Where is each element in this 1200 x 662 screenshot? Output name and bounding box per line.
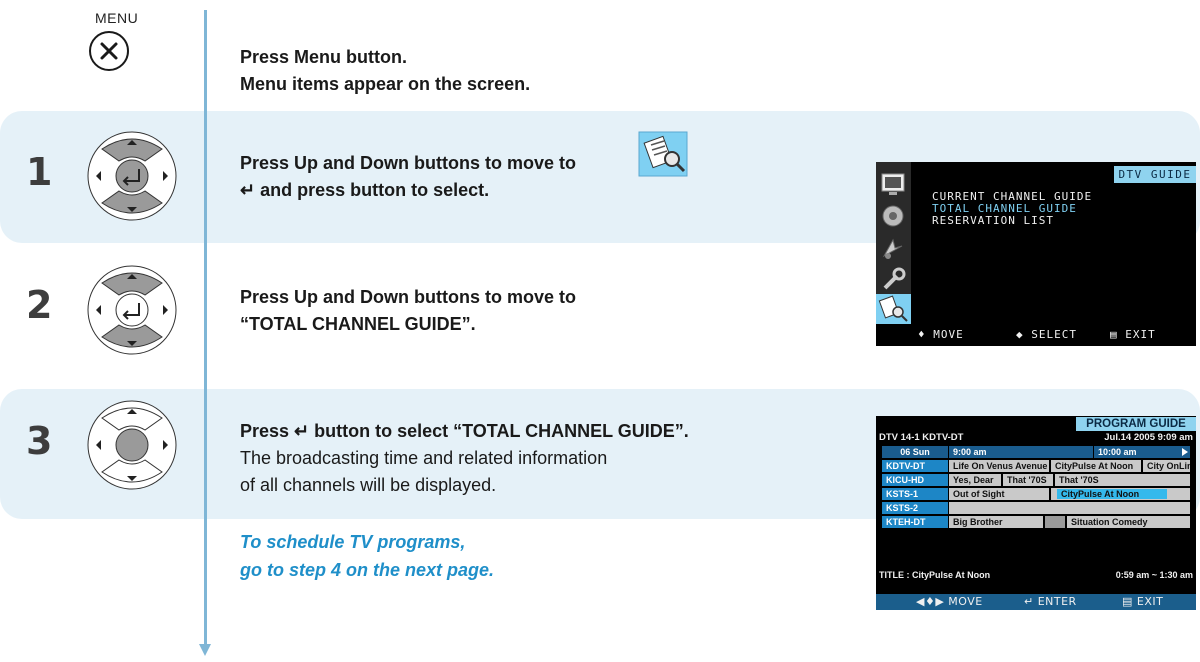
step-1-line-2: ↵ and press button to select. <box>240 180 490 200</box>
footer-exit: ▤ EXIT <box>1122 595 1164 608</box>
program-guide-footer: ◀♦▶ MOVE ↵ ENTER ▤ EXIT <box>876 594 1196 610</box>
footer-move: ◀♦▶ MOVE <box>916 595 983 608</box>
dpad-step-2[interactable] <box>87 265 177 360</box>
channel-kteh[interactable]: KTEH-DT <box>882 516 948 528</box>
program-guide-screen: PROGRAM GUIDE DTV 14-1 KDTV-DT Jul.14 20… <box>876 416 1196 610</box>
program-cell-empty[interactable] <box>949 502 1190 514</box>
program-cell-selected[interactable]: CityPulse At Noon <box>1057 489 1167 499</box>
dpad-step-1[interactable] <box>87 131 177 226</box>
option-reservation-list[interactable]: RESERVATION LIST <box>932 214 1054 227</box>
program-cell[interactable]: Situation Comedy <box>1067 516 1190 528</box>
step-2-line-1: Press Up and Down buttons to move to <box>240 287 577 307</box>
dtv-guide-icon <box>638 131 688 177</box>
time-slot-1: 9:00 am <box>949 446 1093 458</box>
menu-sidebar <box>876 162 911 324</box>
step-number-3: 3 <box>26 419 53 463</box>
step-3-line-3: of all channels will be displayed. <box>240 475 497 495</box>
step-number-1: 1 <box>26 150 53 194</box>
step-1-line-1: Press Up and Down buttons to move to <box>240 153 577 173</box>
program-guide-header: PROGRAM GUIDE <box>1076 417 1196 431</box>
setup-menu-icon <box>879 266 907 294</box>
dpad-updown-icon <box>87 131 177 221</box>
step-2-line-2: “TOTAL CHANNEL GUIDE”. <box>240 314 476 334</box>
program-cell[interactable]: Life On Venus Avenue <box>949 460 1049 472</box>
channel-kdtv[interactable]: KDTV-DT <box>882 460 948 472</box>
menu-label: MENU <box>95 10 139 26</box>
close-icon <box>100 42 118 60</box>
flow-line <box>204 10 207 646</box>
dtv-guide-header: DTV GUIDE <box>1114 166 1196 183</box>
step-3-line-2: The broadcasting time and related inform… <box>240 448 608 468</box>
program-cell[interactable]: That '70S <box>1003 474 1053 486</box>
footer-move: ♦ MOVE <box>918 328 964 341</box>
dtv-guide-screen: DTV GUIDE CURRENT CHANNEL GUIDE TOTAL CH… <box>876 162 1196 346</box>
channel-ksts2[interactable]: KSTS-2 <box>882 502 948 514</box>
channel-kicu[interactable]: KICU-HD <box>882 474 948 486</box>
channel-info: DTV 14-1 KDTV-DT <box>879 432 964 443</box>
program-cell[interactable]: Big Brother <box>949 516 1043 528</box>
scroll-right-icon[interactable] <box>1182 448 1188 456</box>
program-cell-bg[interactable]: CityPulse At Noon <box>1051 488 1190 500</box>
program-cell[interactable]: CityPulse At Noon <box>1051 460 1141 472</box>
program-cell[interactable]: Out of Sight <box>949 488 1049 500</box>
footer-exit: ▤ EXIT <box>1110 328 1156 341</box>
picture-menu-icon <box>879 170 907 198</box>
channel-ksts1[interactable]: KSTS-1 <box>882 488 948 500</box>
flow-arrow-down <box>199 644 211 656</box>
intro-line-1: Press Menu button. <box>240 47 408 67</box>
program-cell-empty[interactable] <box>1045 516 1065 528</box>
dpad-updown-icon <box>87 265 177 355</box>
step-number-2: 2 <box>26 283 53 327</box>
dpad-enter-icon <box>87 400 177 490</box>
program-cell[interactable]: Yes, Dear <box>949 474 1001 486</box>
time-slot-2: 10:00 am <box>1094 446 1190 458</box>
step-3-line-1: Press ↵ button to select “TOTAL CHANNEL … <box>240 421 689 441</box>
next-step-note: To schedule TV programs, go to step 4 on… <box>240 528 494 584</box>
channel-menu-icon <box>879 234 907 262</box>
footer-select: ◆ SELECT <box>1016 328 1077 341</box>
intro-line-2: Menu items appear on the screen. <box>240 74 531 94</box>
dpad-step-3[interactable] <box>87 400 177 495</box>
note-line-2: go to step 4 on the next page. <box>240 560 495 580</box>
dtv-guide-menu-icon <box>876 294 911 324</box>
menu-button[interactable] <box>89 31 129 71</box>
footer-enter: ↵ ENTER <box>1024 595 1077 608</box>
program-time: 0:59 am ~ 1:30 am <box>1115 570 1193 580</box>
day-cell: 06 Sun <box>882 446 948 458</box>
note-line-1: To schedule TV programs, <box>240 532 466 552</box>
program-title: TITLE : CityPulse At Noon <box>879 570 991 580</box>
date-time: Jul.14 2005 9:09 am <box>1104 432 1193 443</box>
sound-menu-icon <box>879 202 907 230</box>
program-cell[interactable]: That '70S <box>1055 474 1190 486</box>
program-cell[interactable]: City OnLin <box>1143 460 1190 472</box>
